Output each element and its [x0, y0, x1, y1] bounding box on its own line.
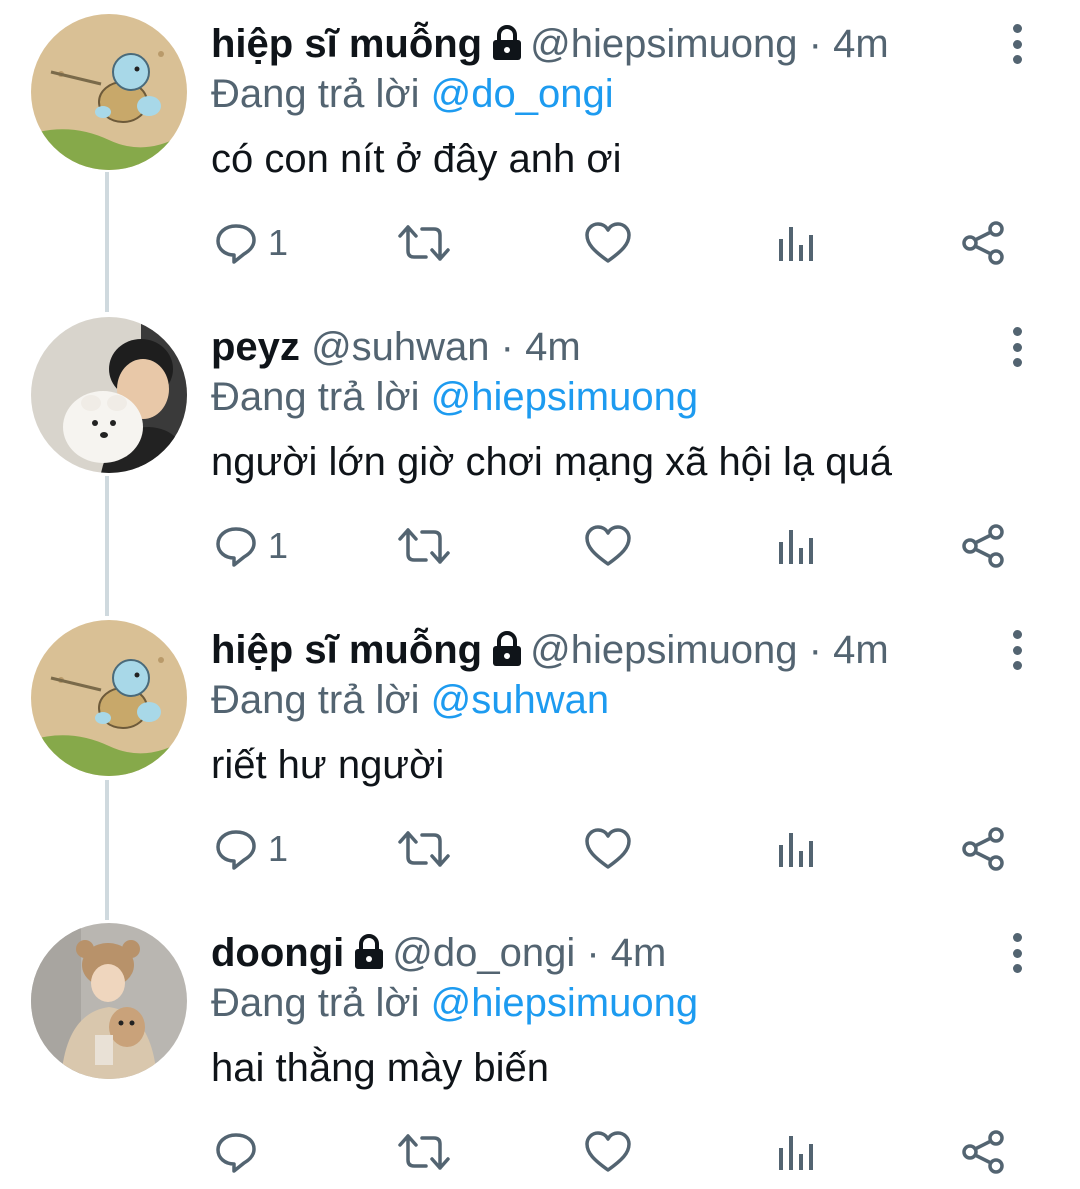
reply-count: 1	[268, 828, 289, 869]
more-options-icon[interactable]	[1000, 929, 1034, 977]
heart-icon	[585, 1131, 631, 1172]
display-name[interactable]: peyz	[211, 325, 300, 369]
display-name[interactable]: hiệp sĩ muỗng	[211, 22, 482, 66]
replying-to: Đang trả lời @hiepsimuong	[211, 977, 698, 1029]
avatar[interactable]	[31, 923, 187, 1079]
reply-count: 1	[268, 525, 289, 566]
timestamp[interactable]: · 4m	[809, 628, 889, 672]
timestamp[interactable]: · 4m	[809, 22, 889, 66]
tweet-header: hiệp sĩ muỗng @hiepsimuong · 4m	[211, 624, 889, 680]
tweet-actions: 1	[0, 215, 1080, 271]
more-options-icon[interactable]	[1000, 323, 1034, 371]
avatar[interactable]	[31, 317, 187, 473]
handle[interactable]: @hiepsimuong	[530, 628, 797, 672]
reply-button[interactable]: 1	[214, 215, 288, 271]
timestamp[interactable]: · 4m	[586, 931, 666, 975]
retweet-icon	[398, 1134, 450, 1170]
handle[interactable]: @suhwan	[311, 325, 489, 369]
views-button[interactable]	[776, 1124, 816, 1180]
reply-icon	[216, 224, 256, 264]
handle[interactable]: @hiepsimuong	[530, 22, 797, 66]
reply-prefix: Đang trả lời	[211, 678, 420, 722]
like-button[interactable]	[584, 215, 632, 271]
analytics-icon	[779, 833, 813, 867]
person-in-bear-hat-avatar-icon	[31, 923, 187, 1079]
reply-icon	[216, 1133, 256, 1173]
person-with-dog-avatar-icon	[31, 317, 187, 473]
display-name[interactable]: hiệp sĩ muỗng	[211, 628, 482, 672]
views-button[interactable]	[776, 821, 816, 877]
reply-button[interactable]: 1	[214, 518, 288, 574]
tweet-header: doongi @do_ongi · 4m	[211, 927, 666, 983]
mention-link[interactable]: @do_ongi	[431, 72, 614, 116]
retweet-button[interactable]	[398, 215, 450, 271]
reply-button[interactable]	[214, 1124, 268, 1180]
tweet[interactable]: hiệp sĩ muỗng @hiepsimuong · 4m Đang trả …	[0, 0, 1080, 303]
replying-to: Đang trả lời @suhwan	[211, 674, 609, 726]
reply-prefix: Đang trả lời	[211, 72, 420, 116]
reply-thread: hiệp sĩ muỗng @hiepsimuong · 4m Đang trả …	[0, 0, 1080, 1189]
tweet-actions	[0, 1124, 1080, 1180]
heart-icon	[585, 525, 631, 566]
more-options-icon[interactable]	[1000, 626, 1034, 674]
reply-icon	[216, 830, 256, 870]
mention-link[interactable]: @hiepsimuong	[431, 981, 698, 1025]
heart-icon	[585, 828, 631, 869]
avatar[interactable]	[31, 14, 187, 170]
share-button[interactable]	[960, 1124, 1006, 1180]
timestamp[interactable]: · 4m	[501, 325, 581, 369]
tweet-text: người lớn giờ chơi mạng xã hội lạ quá	[211, 440, 892, 484]
share-button[interactable]	[960, 821, 1006, 877]
tweet-text: có con nít ở đây anh ơi	[211, 137, 622, 181]
share-icon	[962, 1130, 1004, 1174]
replying-to: Đang trả lời @do_ongi	[211, 68, 614, 120]
like-button[interactable]	[584, 1124, 632, 1180]
analytics-icon	[779, 1136, 813, 1170]
reply-prefix: Đang trả lời	[211, 375, 420, 419]
analytics-icon	[779, 227, 813, 261]
retweet-button[interactable]	[398, 518, 450, 574]
retweet-button[interactable]	[398, 1124, 450, 1180]
avatar[interactable]	[31, 620, 187, 776]
retweet-icon	[398, 831, 450, 867]
tweet-actions: 1	[0, 518, 1080, 574]
share-icon	[962, 524, 1004, 568]
views-button[interactable]	[776, 518, 816, 574]
views-button[interactable]	[776, 215, 816, 271]
tweet[interactable]: doongi @do_ongi · 4m Đang trả lời @hiepsi…	[0, 909, 1080, 1189]
share-icon	[962, 827, 1004, 871]
tweet-header: hiệp sĩ muỗng @hiepsimuong · 4m	[211, 18, 889, 74]
retweet-button[interactable]	[398, 821, 450, 877]
retweet-icon	[398, 528, 450, 564]
lock-icon	[490, 628, 524, 680]
share-icon	[962, 221, 1004, 265]
reply-icon	[216, 527, 256, 567]
reply-prefix: Đang trả lời	[211, 981, 420, 1025]
tweet-text: hai thằng mày biến	[211, 1046, 550, 1090]
turtle-cartoon-avatar-icon	[31, 14, 187, 170]
tweet-text: riết hư người	[211, 743, 445, 787]
turtle-cartoon-avatar-icon	[31, 620, 187, 776]
mention-link[interactable]: @suhwan	[431, 678, 609, 722]
display-name[interactable]: doongi	[211, 931, 344, 975]
analytics-icon	[779, 530, 813, 564]
like-button[interactable]	[584, 518, 632, 574]
retweet-icon	[398, 225, 450, 261]
lock-icon	[490, 22, 524, 74]
heart-icon	[585, 222, 631, 263]
handle[interactable]: @do_ongi	[392, 931, 575, 975]
replying-to: Đang trả lời @hiepsimuong	[211, 371, 698, 423]
tweet[interactable]: peyz @suhwan · 4m Đang trả lời @hiepsimu…	[0, 303, 1080, 606]
tweet[interactable]: hiệp sĩ muỗng @hiepsimuong · 4m Đang trả …	[0, 606, 1080, 909]
share-button[interactable]	[960, 518, 1006, 574]
mention-link[interactable]: @hiepsimuong	[431, 375, 698, 419]
tweet-header: peyz @suhwan · 4m	[211, 321, 581, 373]
reply-button[interactable]: 1	[214, 821, 288, 877]
tweet-actions: 1	[0, 821, 1080, 877]
reply-count: 1	[268, 222, 289, 263]
more-options-icon[interactable]	[1000, 20, 1034, 68]
lock-icon	[352, 931, 386, 983]
share-button[interactable]	[960, 215, 1006, 271]
like-button[interactable]	[584, 821, 632, 877]
